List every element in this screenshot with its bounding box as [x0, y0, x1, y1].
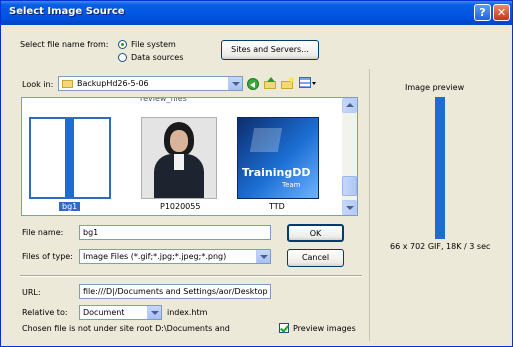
close-icon: ✕ [496, 6, 507, 19]
scroll-thumb[interactable] [342, 176, 357, 196]
files-of-type-dropdown[interactable]: Image Files (*.gif;*.jpg;*.jpeg;*.png) [79, 249, 271, 264]
ttd-logo-text: TrainingDD [242, 166, 311, 179]
chevron-down-icon [346, 206, 354, 210]
file-item-p1020055[interactable]: P1020055 [137, 117, 221, 215]
url-input[interactable]: file:///D|/Documents and Settings/aor/De… [79, 284, 271, 299]
scroll-up-button[interactable] [342, 98, 357, 113]
view-grid-glyph [299, 77, 311, 88]
file-label-p1020055: P1020055 [160, 202, 201, 211]
view-menu-arrow [312, 82, 316, 85]
file-list-scrollbar[interactable] [342, 98, 357, 215]
photo-collar [174, 154, 184, 170]
thumbnail-bg1-bar [65, 119, 74, 197]
photo-face [170, 130, 188, 152]
url-value: file:///D|/Documents and Settings/aor/De… [83, 287, 268, 296]
new-folder-icon[interactable] [281, 77, 295, 89]
preview-images-label[interactable]: Preview images [293, 324, 356, 333]
radio-file-system-label[interactable]: File system [131, 40, 176, 49]
dialog-title: Select Image Source [9, 6, 125, 17]
ttd-logo-sub: Team [282, 181, 301, 189]
up-folder-icon[interactable] [264, 77, 277, 89]
up-arrow-glyph [267, 77, 275, 82]
radio-data-sources[interactable] [118, 53, 127, 62]
relative-to-dropdown[interactable]: Document [79, 305, 162, 320]
file-name-input[interactable]: bg1 [79, 225, 271, 240]
preview-images-checkbox[interactable] [279, 323, 289, 333]
image-preview-title: Image preview [405, 83, 465, 92]
site-root-status: Chosen file is not under site root D:\Do… [22, 324, 230, 333]
cancel-button[interactable]: Cancel [287, 249, 344, 267]
relative-page: index.htm [167, 308, 208, 317]
relative-to-label: Relative to: [22, 308, 68, 317]
divider [20, 275, 362, 277]
file-item-bg1[interactable]: bg1 [29, 117, 111, 215]
file-label-bg1: bg1 [59, 202, 81, 211]
scroll-down-button[interactable] [342, 200, 357, 215]
file-list[interactable]: review_files bg1 P1020055 TrainingDD Tea [21, 97, 358, 216]
title-bar[interactable]: Select Image Source ? ✕ [1, 1, 512, 25]
file-name-label: File name: [22, 228, 64, 237]
help-button[interactable]: ? [474, 4, 491, 21]
file-item-ttd[interactable]: TrainingDD Team TTD [237, 117, 321, 215]
select-from-label: Select file name from: [20, 40, 109, 49]
chevron-up-icon [346, 103, 354, 107]
file-name-value: bg1 [83, 228, 99, 237]
partial-folder-label: review_files [140, 97, 187, 103]
look-in-label: Look in: [22, 80, 54, 89]
back-arrow-glyph [250, 82, 255, 88]
up-folder-body [264, 81, 276, 89]
radio-data-sources-label[interactable]: Data sources [131, 53, 183, 62]
chevron-down-icon[interactable] [228, 77, 242, 90]
new-folder-body [281, 81, 293, 89]
sites-and-servers-button[interactable]: Sites and Servers... [221, 40, 319, 60]
url-label: URL: [22, 288, 41, 297]
files-of-type-label: Files of type: [22, 252, 73, 261]
image-preview-panel: Image preview 66 x 702 GIF, 18K / 3 sec [369, 69, 508, 341]
image-preview-info: 66 x 702 GIF, 18K / 3 sec [390, 242, 491, 251]
ok-button[interactable]: OK [287, 224, 344, 242]
close-button[interactable]: ✕ [493, 4, 510, 21]
select-image-source-dialog: Select Image Source ? ✕ Select file name… [0, 0, 513, 347]
thumbnail-ttd: TrainingDD Team [237, 117, 319, 199]
ttd-logo-shape [249, 128, 283, 152]
new-folder-spark [289, 77, 294, 82]
image-preview-thumbnail [435, 97, 445, 239]
help-icon: ? [479, 6, 486, 19]
chevron-down-icon[interactable] [147, 306, 161, 319]
thumbnail-p1020055 [141, 117, 217, 199]
thumbnail-bg1 [29, 117, 111, 199]
view-menu-icon[interactable] [299, 77, 317, 89]
files-of-type-value: Image Files (*.gif;*.jpg;*.jpeg;*.png) [83, 252, 227, 261]
look-in-dropdown[interactable]: BackupHd26-5-06 [58, 76, 243, 91]
radio-file-system[interactable] [118, 40, 127, 49]
folder-icon [62, 80, 73, 88]
look-in-value: BackupHd26-5-06 [77, 79, 149, 88]
back-icon[interactable] [247, 78, 259, 90]
relative-to-value: Document [83, 308, 125, 317]
chevron-down-icon[interactable] [256, 250, 270, 263]
file-label-ttd: TTD [269, 202, 285, 211]
